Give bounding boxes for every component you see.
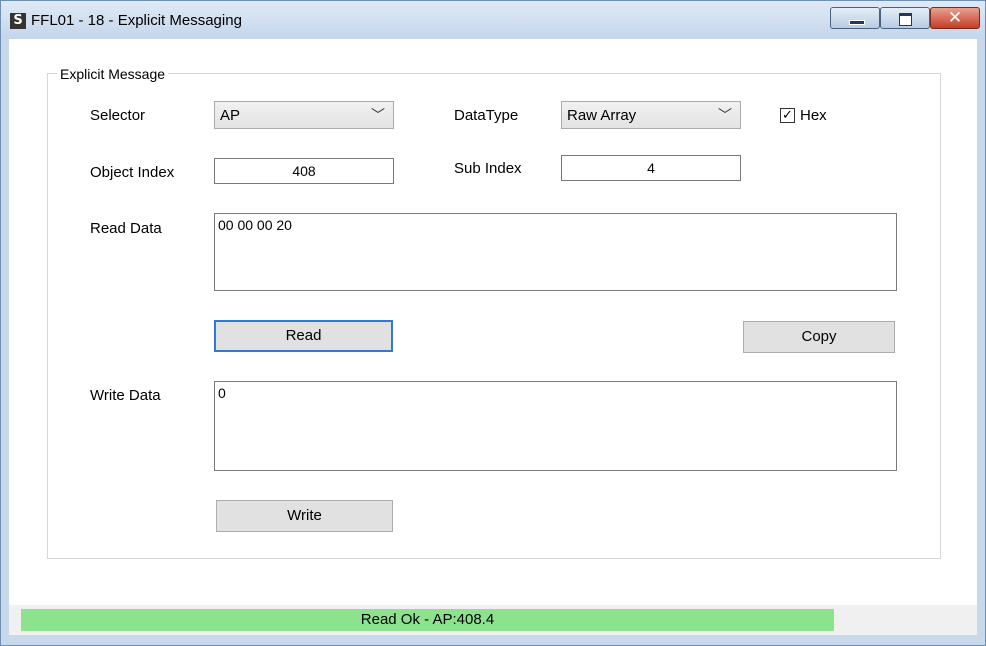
write-data-textarea[interactable]: 0 <box>214 381 897 471</box>
hex-checkbox[interactable]: ✓ <box>780 108 795 123</box>
object-index-label: Object Index <box>90 164 175 181</box>
sub-index-label: Sub Index <box>454 160 522 177</box>
explicit-message-group <box>47 73 941 559</box>
group-title: Explicit Message <box>57 66 169 82</box>
datatype-dropdown[interactable]: Raw Array ﹀ <box>561 101 741 129</box>
write-button[interactable]: Write <box>216 500 393 532</box>
chevron-down-icon: ﹀ <box>718 108 732 124</box>
hex-label: Hex <box>800 107 827 124</box>
chevron-down-icon: ﹀ <box>371 108 385 124</box>
selector-dropdown[interactable]: AP ﹀ <box>214 101 394 129</box>
window-title: FFL01 - 18 - Explicit Messaging <box>31 12 242 29</box>
explicit-messaging-window: S FFL01 - 18 - Explicit Messaging ✕ Expl… <box>0 0 986 646</box>
object-index-input[interactable]: 408 <box>214 158 394 184</box>
datatype-label: DataType <box>454 107 519 124</box>
copy-button[interactable]: Copy <box>743 321 895 353</box>
read-data-label: Read Data <box>90 220 162 237</box>
status-text: Read Ok - AP:408.4 <box>360 611 495 628</box>
selector-value: AP <box>220 107 241 124</box>
read-data-textarea[interactable]: 00 00 00 20 <box>214 213 897 291</box>
read-button[interactable]: Read <box>214 320 393 352</box>
maximize-button[interactable] <box>880 7 930 29</box>
app-icon: S <box>10 13 26 29</box>
minimize-icon <box>849 20 865 25</box>
selector-label: Selector <box>90 107 146 124</box>
sub-index-input[interactable]: 4 <box>561 155 741 181</box>
client-area: Explicit Message Selector AP ﹀ DataType … <box>9 39 977 605</box>
write-data-text: 0 <box>218 385 226 401</box>
title-bar[interactable]: S FFL01 - 18 - Explicit Messaging ✕ <box>1 1 985 39</box>
close-icon: ✕ <box>947 8 963 28</box>
maximize-icon <box>899 13 912 26</box>
datatype-value: Raw Array <box>567 107 637 124</box>
read-data-text: 00 00 00 20 <box>218 217 292 233</box>
write-data-label: Write Data <box>90 387 161 404</box>
close-button[interactable]: ✕ <box>930 7 980 29</box>
minimize-button[interactable] <box>830 7 880 29</box>
status-bar: Read Ok - AP:408.4 <box>9 605 977 635</box>
